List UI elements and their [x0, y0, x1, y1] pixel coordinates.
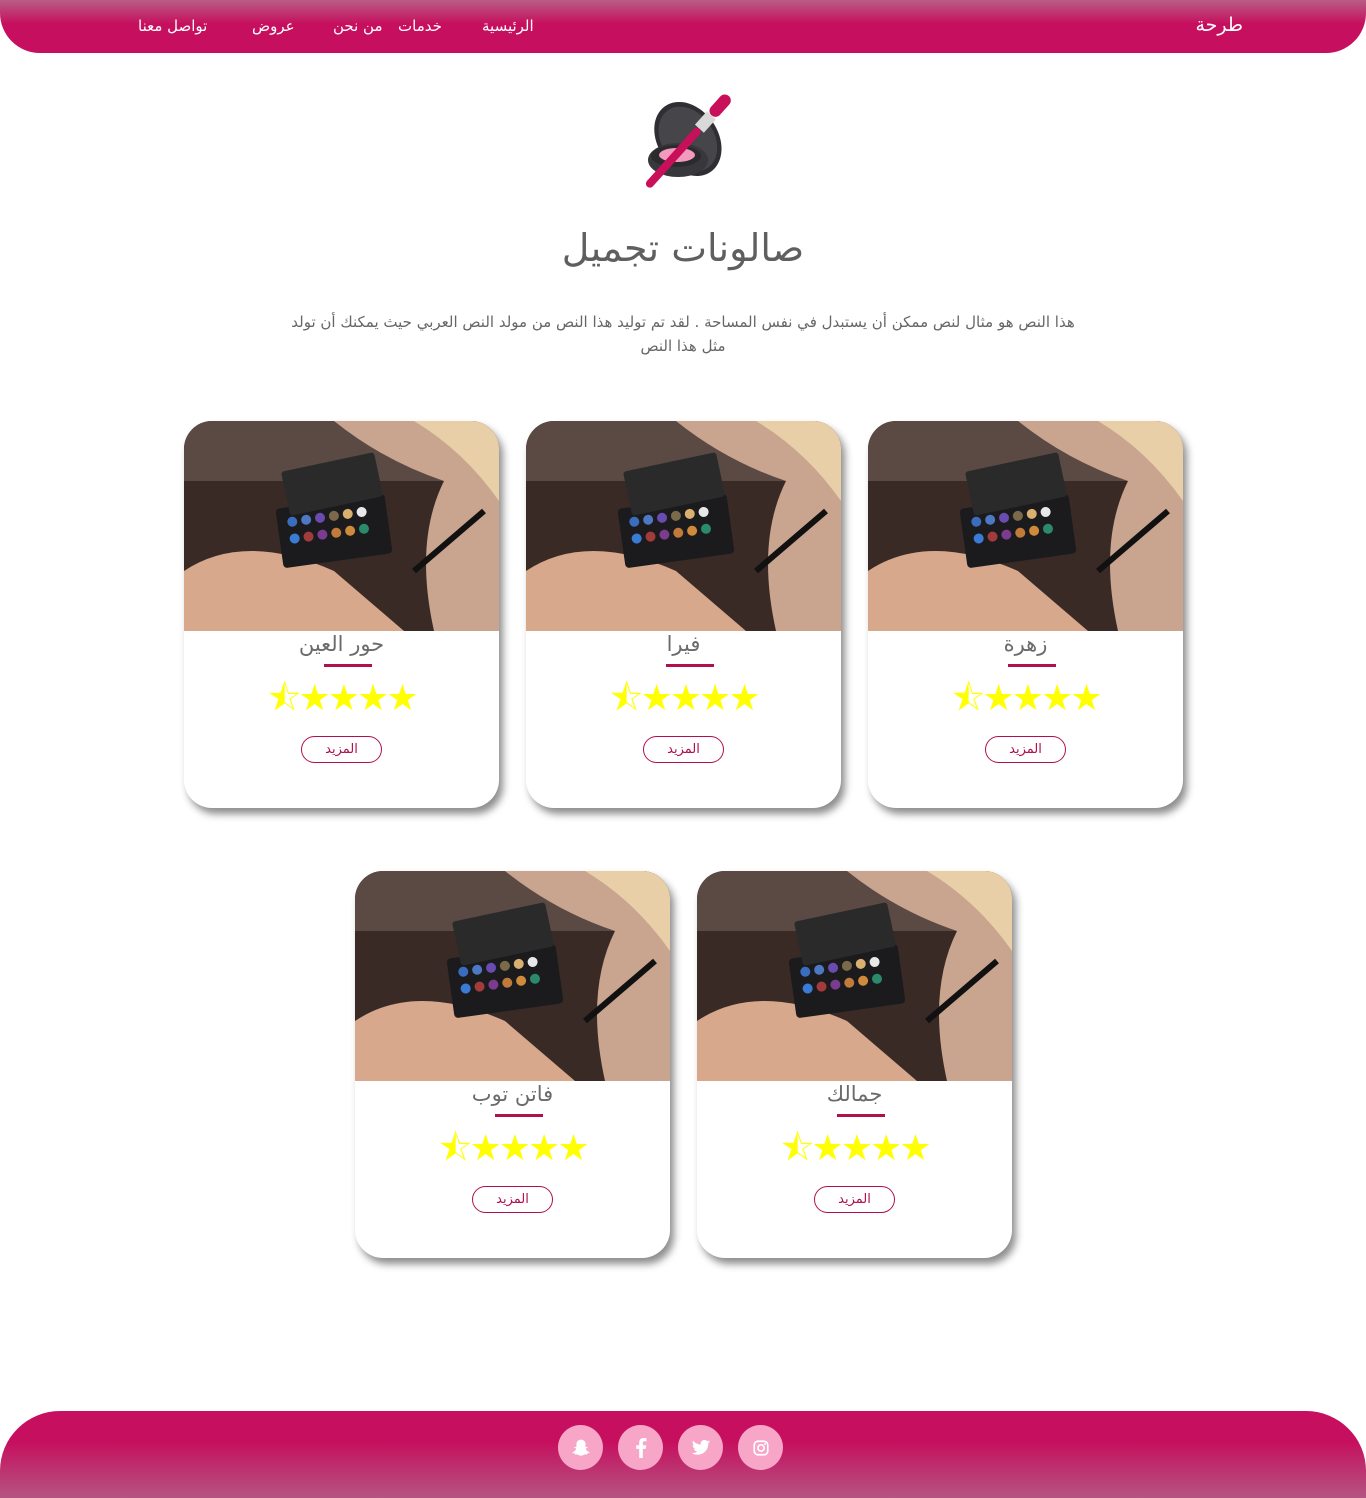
top-navbar: طرحة الرئيسية خدمات من نحن عروض تواصل مع… [0, 0, 1366, 53]
name-underline [666, 664, 714, 667]
stars-full: ★★★★ [469, 1128, 590, 1169]
rating-stars: ⯪★★★★ [184, 679, 499, 719]
rating-stars: ⯪★★★★ [355, 1129, 670, 1169]
nav-home[interactable]: الرئيسية [482, 17, 534, 35]
rating-stars: ⯪★★★★ [526, 679, 841, 719]
more-button[interactable]: المزيد [814, 1186, 895, 1213]
name-underline [837, 1114, 885, 1117]
half-star-icon: ⯪ [267, 678, 301, 719]
more-button[interactable]: المزيد [472, 1186, 553, 1213]
snapchat-icon[interactable] [558, 1425, 603, 1470]
more-button[interactable]: المزيد [301, 736, 382, 763]
name-underline [495, 1114, 543, 1117]
half-star-icon: ⯪ [609, 678, 643, 719]
makeup-photo [184, 421, 499, 631]
salon-name: فيرا [666, 632, 701, 656]
more-button[interactable]: المزيد [643, 736, 724, 763]
salon-card: جمالك ⯪★★★★ المزيد [697, 871, 1012, 1258]
salon-card: فاتن توب ⯪★★★★ المزيد [355, 871, 670, 1258]
instagram-icon[interactable] [738, 1425, 783, 1470]
name-underline [324, 664, 372, 667]
stars-full: ★★★★ [811, 1128, 932, 1169]
page-title: صالونات تجميل [561, 226, 805, 270]
stars-full: ★★★★ [982, 678, 1103, 719]
facebook-icon[interactable] [618, 1425, 663, 1470]
makeup-compact-brush-icon [645, 94, 731, 188]
salon-name: حور العين [298, 632, 385, 656]
more-button[interactable]: المزيد [985, 736, 1066, 763]
nav-services[interactable]: خدمات [398, 17, 442, 35]
salon-name: زهرة [1003, 632, 1048, 656]
stars-full: ★★★★ [298, 678, 419, 719]
nav-about[interactable]: من نحن [333, 17, 383, 35]
salon-card: حور العين ⯪★★★★ المزيد [184, 421, 499, 808]
intro-paragraph: هذا النص هو مثال لنص ممكن أن يستبدل في ن… [291, 313, 1075, 355]
nav-offers[interactable]: عروض [252, 17, 295, 35]
nav-contact[interactable]: تواصل معنا [138, 17, 207, 35]
half-star-icon: ⯪ [951, 678, 985, 719]
makeup-photo [697, 871, 1012, 1081]
salon-name: فاتن توب [471, 1082, 554, 1106]
rating-stars: ⯪★★★★ [868, 679, 1183, 719]
salon-name: جمالك [826, 1082, 883, 1106]
half-star-icon: ⯪ [438, 1128, 472, 1169]
half-star-icon: ⯪ [780, 1128, 814, 1169]
salon-card: زهرة ⯪★★★★ المزيد [868, 421, 1183, 808]
stars-full: ★★★★ [640, 678, 761, 719]
name-underline [1008, 664, 1056, 667]
brand-logo-text[interactable]: طرحة [1195, 14, 1243, 36]
rating-stars: ⯪★★★★ [697, 1129, 1012, 1169]
makeup-photo [868, 421, 1183, 631]
salon-card: فيرا ⯪★★★★ المزيد [526, 421, 841, 808]
twitter-icon[interactable] [678, 1425, 723, 1470]
makeup-photo [355, 871, 670, 1081]
makeup-photo [526, 421, 841, 631]
